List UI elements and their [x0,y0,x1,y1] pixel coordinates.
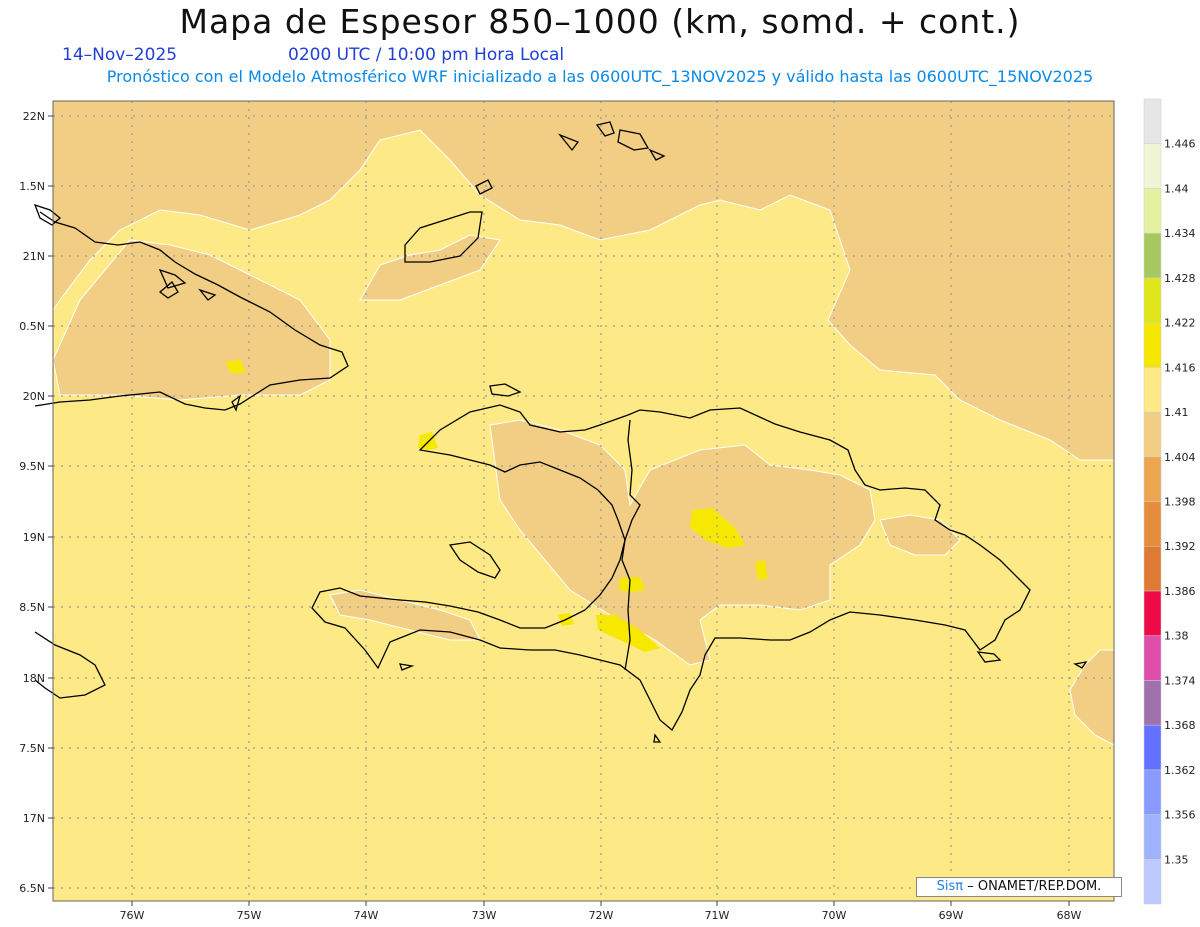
colorbar-label: 1.386 [1164,585,1196,598]
colorbar-label: 1.392 [1164,540,1196,553]
colorbar-label: 1.434 [1164,227,1196,240]
colorbar-label: 1.356 [1164,809,1196,822]
colorbar-label: 1.398 [1164,496,1196,509]
colorbar-label: 1.404 [1164,451,1196,464]
colorbar-swatch [1143,322,1162,368]
lat-label: 1.5N [19,180,45,193]
colorbar-swatch [1143,859,1162,905]
lat-label: 8.5N [19,601,45,614]
colorbar-label: 1.422 [1164,317,1196,330]
colorbar-label: 1.416 [1164,361,1196,374]
lon-label: 69W [939,909,964,922]
lat-label: 17N [23,812,45,825]
colorbar-swatch [1143,277,1162,323]
thickness-field [53,101,1114,901]
colorbar-swatch [1143,188,1162,234]
colorbar-swatch [1143,814,1162,860]
colorbar-label: 1.362 [1164,764,1196,777]
colorbar-swatch [1143,143,1162,189]
colorbar: 1.35 1.356 1.362 1.368 1.374 1.38 1.386 1.392 1.… [1143,98,1196,905]
lon-label: 74W [354,909,379,922]
latitude-axis: 22N 1.5N 21N 0.5N 20N 9.5N 19N 8.5N 18N 7.5N 17N 6.… [19,110,53,895]
lat-label: 21N [23,250,45,263]
lat-label: 18N [23,672,45,685]
lat-label: 19N [23,531,45,544]
lon-label: 76W [120,909,145,922]
colorbar-swatch [1143,456,1162,502]
colorbar-swatch [1143,367,1162,413]
colorbar-label: 1.41 [1164,406,1189,419]
colorbar-label: 1.368 [1164,719,1196,732]
colorbar-swatch [1143,590,1162,636]
colorbar-label: 1.38 [1164,630,1189,643]
lat-label: 22N [23,110,45,123]
colorbar-swatch [1143,680,1162,726]
lon-label: 72W [589,909,614,922]
colorbar-label: 1.44 [1164,182,1189,195]
colorbar-label: 1.374 [1164,674,1196,687]
lon-label: 70W [822,909,847,922]
lat-label: 6.5N [19,882,45,895]
colorbar-label: 1.446 [1164,138,1196,151]
colorbar-swatch [1143,635,1162,681]
colorbar-swatch [1143,98,1162,144]
credit-box: Sisπ – ONAMET/REP.DOM. [916,877,1122,897]
map-figure: 22N 1.5N 21N 0.5N 20N 9.5N 19N 8.5N 18N 7.5N 17N 6.… [19,98,1196,922]
credit-sis: Sisπ [936,879,964,894]
colorbar-label: 1.35 [1164,853,1189,866]
colorbar-swatch [1143,545,1162,592]
colorbar-swatch [1143,232,1162,279]
longitude-axis: 76W 75W 74W 73W 72W 71W 70W 69W 68W [120,901,1082,922]
lon-label: 73W [472,909,497,922]
colorbar-label: 1.428 [1164,272,1196,285]
colorbar-swatch [1143,769,1162,815]
lat-label: 20N [23,390,45,403]
colorbar-swatch [1143,411,1162,458]
lat-label: 9.5N [19,460,45,473]
colorbar-swatch [1143,724,1162,771]
colorbar-swatch [1143,501,1162,547]
lon-label: 75W [237,909,262,922]
credit-org: – ONAMET/REP.DOM. [967,879,1102,894]
lat-label: 0.5N [19,320,45,333]
lat-label: 7.5N [19,742,45,755]
lon-label: 68W [1057,909,1082,922]
lon-label: 71W [705,909,730,922]
